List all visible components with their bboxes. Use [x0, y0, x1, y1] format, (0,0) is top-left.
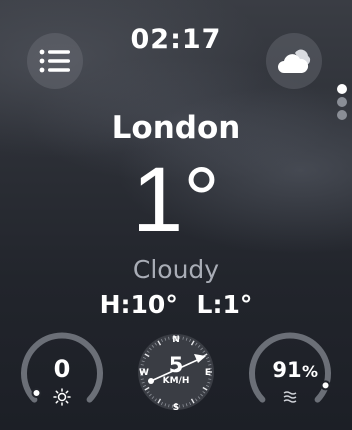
- menu-button[interactable]: [27, 33, 83, 89]
- uv-gauge-indicator: [31, 388, 42, 398]
- page-dot-1[interactable]: [337, 84, 347, 94]
- list-icon: [39, 49, 70, 73]
- compass-north-label: N: [172, 335, 180, 345]
- low-temperature: L:1°: [196, 290, 253, 319]
- weather-condition: Cloudy: [132, 255, 220, 284]
- humidity-value: 91: [272, 358, 301, 382]
- compass-south-label: S: [173, 403, 179, 413]
- wind-speed-value: 5: [169, 353, 184, 377]
- wind-speed-unit: KM/H: [163, 376, 190, 386]
- humidity-icon: [283, 391, 297, 403]
- weather-conditions-button[interactable]: [266, 33, 322, 89]
- current-temperature: 1°: [132, 149, 220, 251]
- city-name: London: [111, 110, 241, 146]
- humidity-gauge[interactable]: 91 %: [248, 330, 332, 414]
- wind-compass-gauge[interactable]: N S E W 5 KM/H: [134, 330, 218, 414]
- humidity-gauge-indicator: [320, 380, 331, 391]
- page-dot-2[interactable]: [337, 97, 347, 107]
- high-low-temperature: H:10° L:1°: [0, 290, 352, 319]
- high-temperature: H:10°: [99, 290, 178, 319]
- uv-index-gauge[interactable]: 0: [20, 330, 104, 414]
- compass-west-label: W: [139, 368, 149, 378]
- humidity-unit: %: [302, 362, 318, 381]
- uv-index-value: 0: [54, 355, 71, 383]
- cloud-icon: [278, 49, 311, 73]
- sun-icon: [53, 388, 71, 406]
- compass-east-label: E: [205, 368, 211, 378]
